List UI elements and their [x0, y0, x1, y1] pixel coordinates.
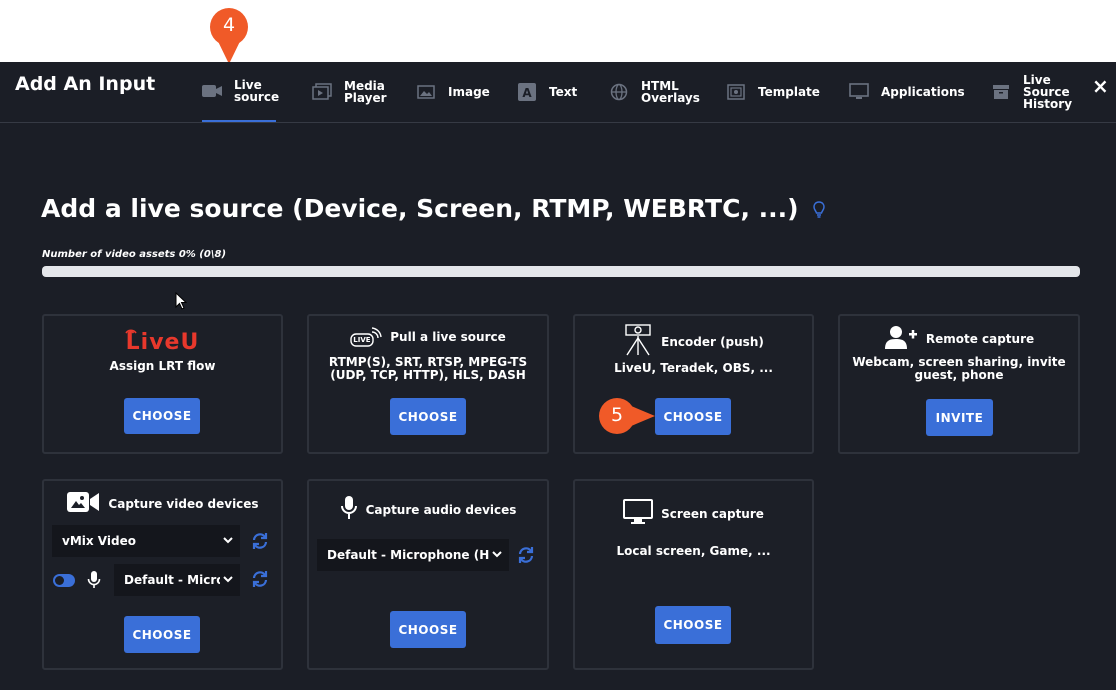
tab-label: HTML Overlays — [641, 79, 700, 105]
audio-card-title: Capture audio devices — [365, 502, 517, 517]
invite-button[interactable]: INVITE — [926, 399, 993, 436]
tab-text[interactable]: A Text — [517, 62, 577, 122]
pull-card-header: LIVE Pull a live source — [309, 326, 547, 348]
image-icon — [416, 82, 436, 102]
remote-card-header: Remote capture — [840, 324, 1078, 353]
video-audio-device-select[interactable]: Default - Microphone — [114, 564, 240, 596]
mouse-cursor-icon — [175, 291, 188, 314]
step-5-number: 5 — [610, 404, 624, 426]
choose-screen-capture-button[interactable]: CHOOSE — [655, 606, 731, 644]
step-5-callout: 5 — [595, 396, 657, 436]
step-4-callout: 4 — [207, 4, 251, 66]
choose-liveu-button[interactable]: CHOOSE — [124, 398, 200, 434]
lightbulb-icon[interactable] — [813, 196, 826, 225]
step-4-number: 4 — [222, 14, 236, 36]
tab-label: Live source — [234, 78, 280, 104]
add-user-icon — [884, 324, 918, 353]
audio-device-value: Default - Microphone (HD — [327, 548, 489, 562]
tab-template[interactable]: Template — [726, 62, 820, 122]
encoder-card-subtitle: LiveU, Teradek, OBS, ... — [614, 361, 773, 375]
refresh-audio-devices-icon[interactable] — [251, 570, 269, 592]
encoder-card-title: Encoder (push) — [661, 334, 764, 349]
add-input-dialog: Add An Input Live source Media Player Im… — [0, 62, 1116, 690]
tab-applications[interactable]: Applications — [849, 62, 965, 122]
chevron-down-icon — [222, 573, 234, 588]
screen-capture-card: Screen capture Local screen, Game, ... C… — [573, 479, 814, 670]
choose-audio-device-button[interactable]: CHOOSE — [390, 611, 466, 648]
tripod-camera-icon — [623, 324, 653, 359]
tab-live-source[interactable]: Live source — [202, 62, 280, 122]
choose-pull-button[interactable]: CHOOSE — [390, 398, 466, 435]
monitor-icon — [849, 82, 869, 102]
monitor-icon — [623, 499, 654, 528]
video-device-value: vMix Video — [62, 534, 136, 548]
globe-icon — [609, 82, 629, 102]
liveu-logo: LiveU — [44, 329, 281, 355]
template-icon — [726, 82, 746, 102]
video-assets-progress — [42, 266, 1080, 277]
screen-card-header: Screen capture — [575, 499, 812, 528]
remote-card-subtitle: Webcam, screen sharing, invite guest, ph… — [852, 355, 1066, 382]
dialog-title: Add An Input — [15, 73, 156, 95]
tab-media-player[interactable]: Media Player — [312, 62, 387, 122]
encoder-card-header: Encoder (push) — [575, 324, 812, 359]
live-icon-text: LIVE — [353, 336, 371, 344]
tab-label: Text — [549, 85, 578, 99]
remote-card-title: Remote capture — [925, 331, 1035, 346]
camera-icon — [202, 81, 222, 101]
refresh-audio-icon[interactable] — [517, 546, 535, 568]
pull-card-title: Pull a live source — [390, 330, 506, 344]
audio-device-select[interactable]: Default - Microphone (HD — [317, 539, 509, 571]
capture-audio-devices-card: Capture audio devices Default - Micropho… — [307, 479, 549, 670]
archive-icon — [991, 82, 1011, 102]
media-player-icon — [312, 82, 332, 102]
tab-label: Template — [758, 85, 820, 99]
chevron-down-icon — [222, 534, 234, 549]
liveu-title: Assign LRT flow — [109, 359, 216, 373]
liveu-signal-icon — [124, 329, 137, 334]
video-assets-label: Number of video assets 0% (0\8) — [42, 249, 227, 260]
live-broadcast-icon: LIVE — [350, 326, 382, 348]
video-card-title: Capture video devices — [108, 496, 259, 511]
choose-video-device-button[interactable]: CHOOSE — [124, 616, 200, 653]
text-icon: A — [517, 82, 537, 102]
pull-card-subtitle: RTMP(S), SRT, RTSP, MPEG-TS (UDP, TCP, H… — [328, 355, 528, 382]
chevron-down-icon — [491, 548, 503, 563]
microphone-icon — [87, 570, 101, 594]
tab-live-source-history[interactable]: Live Source History — [991, 62, 1072, 122]
capture-video-devices-card: Capture video devices vMix Video Default… — [42, 479, 283, 670]
video-card-header: Capture video devices — [44, 489, 281, 518]
liveu-card: LiveU Assign LRT flow CHOOSE — [42, 314, 283, 454]
page-heading: Add a live source (Device, Screen, RTMP,… — [41, 194, 826, 225]
tab-html-overlays[interactable]: HTML Overlays — [609, 62, 700, 122]
close-icon[interactable]: × — [1092, 74, 1109, 98]
screen-card-title: Screen capture — [661, 506, 764, 521]
svg-text:A: A — [522, 86, 532, 100]
screen-card-subtitle: Local screen, Game, ... — [616, 544, 771, 558]
video-camera-icon — [66, 489, 100, 518]
audio-enabled-toggle[interactable] — [53, 574, 75, 587]
remote-capture-card: Remote capture Webcam, screen sharing, i… — [838, 314, 1080, 454]
audio-card-header: Capture audio devices — [309, 495, 547, 524]
pull-live-source-card: LIVE Pull a live source RTMP(S), SRT, RT… — [307, 314, 549, 454]
tab-label: Image — [448, 85, 490, 99]
tab-label: Live Source History — [1023, 73, 1073, 111]
toggle-knob — [55, 576, 64, 585]
tab-image[interactable]: Image — [416, 62, 490, 122]
video-device-select[interactable]: vMix Video — [52, 525, 240, 557]
tab-label: Media Player — [344, 79, 387, 105]
refresh-video-devices-icon[interactable] — [251, 532, 269, 554]
dialog-header: Add An Input Live source Media Player Im… — [0, 62, 1116, 123]
audio-device-value: Default - Microphone — [124, 573, 220, 587]
page-heading-text: Add a live source (Device, Screen, RTMP,… — [41, 194, 799, 223]
choose-encoder-button[interactable]: CHOOSE — [655, 398, 731, 435]
tab-label: Applications — [881, 85, 965, 99]
microphone-icon — [340, 495, 358, 524]
